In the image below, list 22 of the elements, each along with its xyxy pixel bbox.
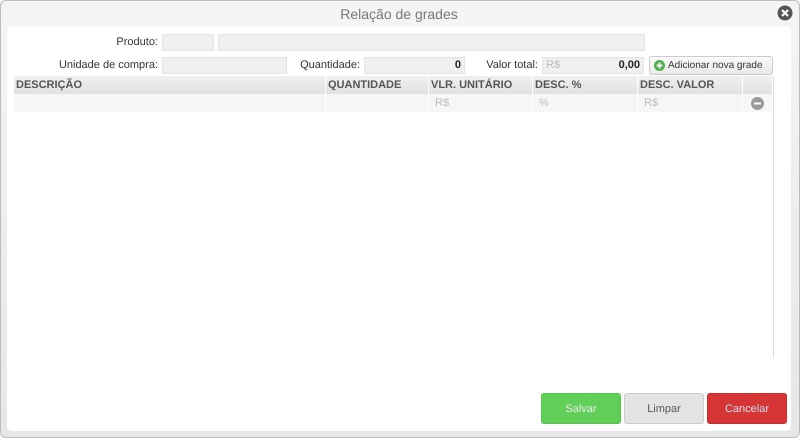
cancel-button[interactable]: Cancelar xyxy=(707,393,787,424)
table-cell[interactable] xyxy=(326,94,429,112)
close-icon[interactable] xyxy=(777,5,793,21)
field-label: Quantidade: xyxy=(299,59,361,71)
remove-icon[interactable] xyxy=(751,96,764,110)
column-header: DESC. VALOR xyxy=(638,76,743,94)
add-button[interactable]: Adicionar nova grade xyxy=(649,56,773,74)
column-header: VLR. UNITÁRIO xyxy=(429,76,533,94)
plus-icon xyxy=(654,60,665,70)
input-field[interactable] xyxy=(162,34,214,50)
field-label: Valor total: xyxy=(485,59,539,71)
column-header: DESCRIÇÃO xyxy=(14,76,326,94)
table-cell[interactable] xyxy=(14,94,326,112)
input-field[interactable] xyxy=(162,56,287,74)
field-label: Unidade de compra: xyxy=(58,59,159,71)
field-label: Produto: xyxy=(115,36,159,48)
column-header: DESC. % xyxy=(533,76,638,94)
input-field[interactable] xyxy=(218,34,645,50)
column-header: QUANTIDADE xyxy=(326,76,429,94)
clear-button[interactable]: Limpar xyxy=(624,393,704,424)
window-title: Relação de grades xyxy=(340,6,458,22)
input-field[interactable]: 0 xyxy=(364,56,465,74)
